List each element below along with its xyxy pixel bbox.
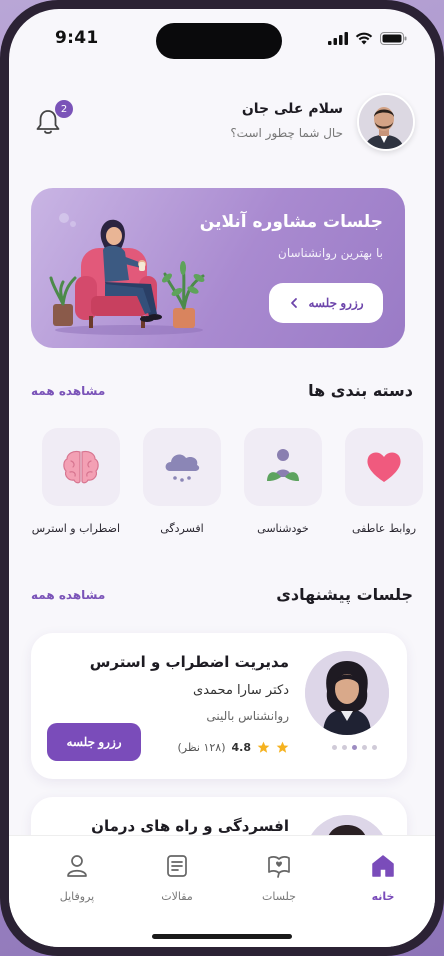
session-title: مدیریت اضطراب و استرس <box>89 653 289 671</box>
categories-header: دسته بندی ها مشاهده همه <box>31 381 413 400</box>
notification-badge: 2 <box>55 100 73 118</box>
user-avatar[interactable] <box>357 93 415 151</box>
chevron-left-icon <box>291 298 298 308</box>
person-leaves-icon <box>267 449 299 481</box>
categories-row: روابط عاطفی خودشناسی افسردگی اضطراب و اس… <box>21 428 435 548</box>
nav-label: خانه <box>371 890 395 903</box>
status-icons <box>328 31 407 45</box>
sessions-header: جلسات پیشنهادی مشاهده همه <box>31 585 413 604</box>
heart-icon <box>367 452 401 482</box>
category-label: اضطراب و استرس <box>31 522 120 535</box>
category-icon-box <box>244 428 322 506</box>
category-item-depression[interactable]: افسردگی <box>143 428 221 535</box>
category-icon-box <box>42 428 120 506</box>
nav-label: پروفایل <box>59 890 95 903</box>
categories-see-all-link[interactable]: مشاهده همه <box>31 384 105 398</box>
battery-icon <box>380 31 407 45</box>
doctor-avatar-icon <box>305 651 389 735</box>
home-icon <box>372 855 394 877</box>
banner-subtitle: با بهترین روانشناسان <box>278 246 383 260</box>
status-bar: 9:41 <box>9 9 435 67</box>
carousel-dot <box>352 745 357 750</box>
banner-button-label: رزرو جلسه <box>308 296 364 310</box>
rain-cloud-icon <box>165 454 200 482</box>
phone-frame: 9:41 سلام علی جان حال شما چطور است؟ 2 جل… <box>0 0 444 956</box>
greeting-subtitle: حال شما چطور است؟ <box>230 126 343 140</box>
sessions-title: جلسات پیشنهادی <box>276 585 413 604</box>
category-icon-box <box>345 428 423 506</box>
doctor-name: دکتر سارا محمدی <box>193 683 289 698</box>
category-label: خودشناسی <box>257 522 309 535</box>
article-icon <box>167 855 187 877</box>
carousel-dot <box>362 745 367 750</box>
carousel-dot <box>372 745 377 750</box>
nav-label: جلسات <box>262 890 296 903</box>
star-icon <box>276 741 289 753</box>
banner-book-button[interactable]: رزرو جلسه <box>269 283 383 323</box>
woman-armchair-illustration <box>49 213 205 335</box>
doctor-photo <box>305 651 389 735</box>
greeting-name: سلام علی جان <box>241 101 343 117</box>
session-title: افسردگی و راه های درمان <box>91 817 289 835</box>
rating: 4.8 (۱۲۸ نظر) <box>178 741 289 754</box>
user-avatar-icon <box>359 95 413 149</box>
carousel-dot <box>342 745 347 750</box>
status-time: 9:41 <box>55 28 99 48</box>
carousel-dots <box>332 745 377 750</box>
home-indicator <box>152 934 292 939</box>
book-session-button[interactable]: رزرو جلسه <box>47 723 141 761</box>
chat-book-icon <box>268 856 290 878</box>
category-icon-box <box>143 428 221 506</box>
doctor-role: روانشناس بالینی <box>206 709 289 723</box>
category-item-relationships[interactable]: روابط عاطفی <box>345 428 423 535</box>
banner-title: جلسات مشاوره آنلاین <box>199 212 383 232</box>
wifi-icon <box>355 32 373 44</box>
category-label: روابط عاطفی <box>351 522 417 535</box>
nav-label: مقالات <box>161 890 193 903</box>
category-item-self-knowledge[interactable]: خودشناسی <box>244 428 322 535</box>
star-icon <box>257 741 270 753</box>
header: سلام علی جان حال شما چطور است؟ 2 <box>9 67 435 177</box>
profile-icon <box>67 855 87 877</box>
greeting-block: سلام علی جان حال شما چطور است؟ <box>230 101 343 140</box>
review-count: (۱۲۸ نظر) <box>177 741 226 754</box>
signal-icon <box>328 31 348 45</box>
promo-banner[interactable]: جلسات مشاوره آنلاین با بهترین روانشناسان… <box>31 188 405 348</box>
brain-icon <box>63 450 99 484</box>
carousel-dot <box>332 745 337 750</box>
categories-title: دسته بندی ها <box>308 381 413 400</box>
home-content: سلام علی جان حال شما چطور است؟ 2 جلسات م… <box>9 67 435 843</box>
sessions-see-all-link[interactable]: مشاهده همه <box>31 588 105 602</box>
app-screen: 9:41 سلام علی جان حال شما چطور است؟ 2 جل… <box>9 9 435 947</box>
nav-item-sessions[interactable]: جلسات <box>239 852 319 903</box>
rating-value: 4.8 <box>231 741 252 754</box>
session-card[interactable]: مدیریت اضطراب و استرس دکتر سارا محمدی رو… <box>31 633 407 779</box>
nav-item-profile[interactable]: پروفایل <box>37 852 117 903</box>
category-item-anxiety[interactable]: اضطراب و استرس <box>31 428 120 535</box>
category-label: افسردگی <box>160 522 204 535</box>
nav-item-home[interactable]: خانه <box>343 852 423 903</box>
nav-item-articles[interactable]: مقالات <box>137 852 217 903</box>
bottom-navigation: خانه جلسات مقالات پروفایل <box>9 835 435 947</box>
